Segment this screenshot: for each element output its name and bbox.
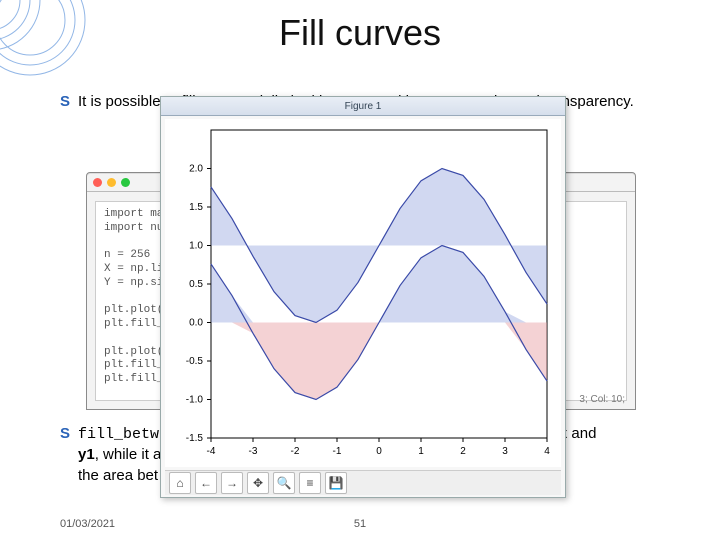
svg-text:2.0: 2.0 [189, 164, 203, 175]
svg-text:1.5: 1.5 [189, 202, 203, 213]
bullet-mark-icon: S [60, 92, 78, 112]
footer-page: 51 [354, 518, 366, 530]
home-icon[interactable]: ⌂ [169, 472, 191, 494]
svg-text:-1: -1 [333, 446, 342, 457]
svg-text:-1.5: -1.5 [186, 433, 204, 444]
pan-icon[interactable]: ✥ [247, 472, 269, 494]
save-icon[interactable]: 💾 [325, 472, 347, 494]
forward-icon[interactable]: → [221, 472, 243, 494]
svg-text:-3: -3 [249, 446, 258, 457]
code-status: 3; Col: 10; [579, 394, 625, 405]
config-icon[interactable]: ≡ [299, 472, 321, 494]
svg-text:4: 4 [544, 446, 550, 457]
max-dot-icon[interactable] [121, 178, 130, 187]
svg-text:1.0: 1.0 [189, 241, 203, 252]
figure-title: Figure 1 [345, 101, 382, 112]
figure-toolbar: ⌂←→✥🔍≡💾 [165, 470, 561, 495]
figure-window: Figure 1 -4 -3 -2 -1 0 1 2 3 4 -1.5 -1.0 -0.5 0.0 0.5… [160, 96, 566, 498]
svg-text:0.0: 0.0 [189, 318, 203, 329]
page-title: Fill curves [0, 12, 720, 54]
close-dot-icon[interactable] [93, 178, 102, 187]
svg-text:-1.0: -1.0 [186, 395, 204, 406]
svg-text:2: 2 [460, 446, 466, 457]
svg-text:3: 3 [502, 446, 508, 457]
back-icon[interactable]: ← [195, 472, 217, 494]
footer-date: 01/03/2021 [60, 518, 115, 530]
svg-text:-0.5: -0.5 [186, 356, 204, 367]
figure-titlebar: Figure 1 [161, 97, 565, 116]
footer: 01/03/2021 51 [60, 518, 660, 530]
plot-area: -4 -3 -2 -1 0 1 2 3 4 -1.5 -1.0 -0.5 0.0 0.5 1.0 1.5 2.0 [165, 119, 561, 467]
min-dot-icon[interactable] [107, 178, 116, 187]
svg-text:0.5: 0.5 [189, 279, 203, 290]
svg-text:1: 1 [418, 446, 424, 457]
svg-text:-4: -4 [207, 446, 216, 457]
svg-text:0: 0 [376, 446, 382, 457]
svg-text:-2: -2 [291, 446, 300, 457]
bullet-mark-icon: S [60, 424, 78, 486]
zoom-icon[interactable]: 🔍 [273, 472, 295, 494]
